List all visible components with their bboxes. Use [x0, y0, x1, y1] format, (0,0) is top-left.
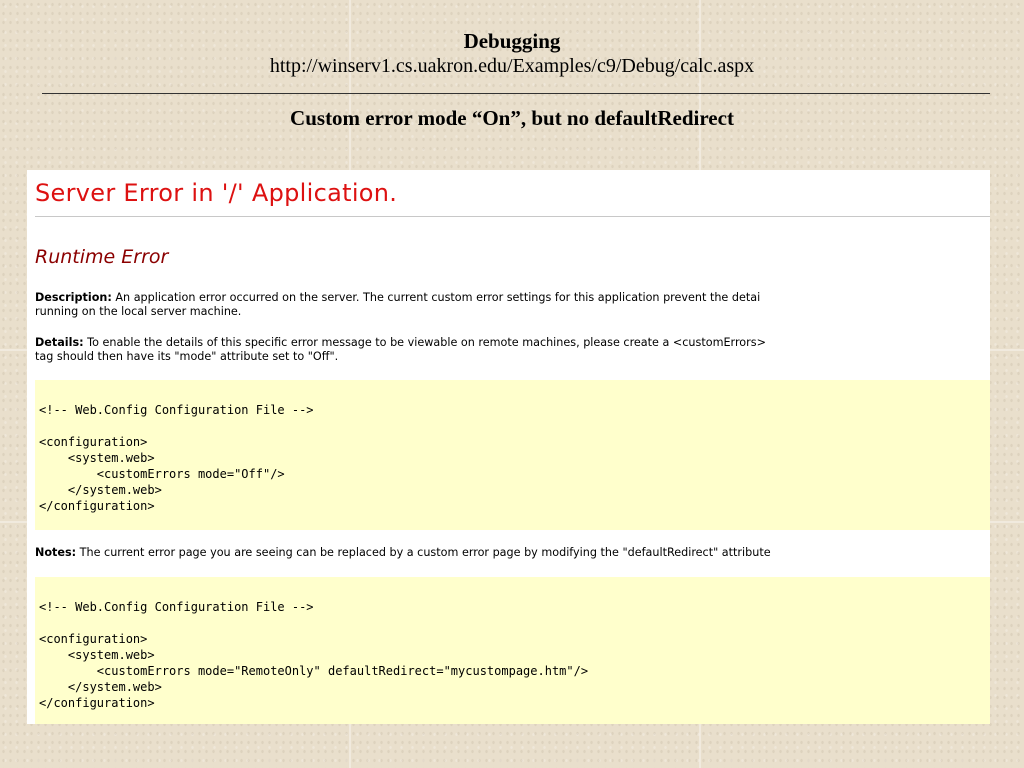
error-heading-rule [35, 216, 990, 217]
slide-header: Debugging http://winserv1.cs.uakron.edu/… [0, 28, 1024, 78]
code-line: <customErrors mode="Off"/> [39, 467, 285, 481]
config-code-block-remoteonly: <!-- Web.Config Configuration File --> <c… [35, 577, 990, 724]
description-label: Description: [35, 291, 112, 304]
code-line: </system.web> [39, 483, 162, 497]
description-line-2: running on the local server machine. [35, 305, 242, 318]
notes-line-1: Notes: The current error page you are se… [35, 546, 990, 560]
code-line: <system.web> [39, 648, 155, 662]
details-line-2: tag should then have its "mode" attribut… [35, 350, 339, 363]
config-code-block-off: <!-- Web.Config Configuration File --> <c… [35, 380, 990, 530]
slide-url: http://winserv1.cs.uakron.edu/Examples/c… [269, 55, 755, 77]
code-line: <system.web> [39, 451, 155, 465]
server-error-screenshot: Server Error in '/' Application. Runtime… [27, 170, 990, 724]
notes-paragraph: Notes: The current error page you are se… [35, 546, 990, 560]
code-line: </configuration> [39, 499, 155, 513]
code-line: </configuration> [39, 696, 155, 710]
error-subheading: Runtime Error [35, 246, 169, 268]
code-line: </system.web> [39, 680, 162, 694]
description-text-1: An application error occurred on the ser… [111, 291, 761, 304]
details-label: Details: [35, 336, 84, 349]
description-line-1: Description: An application error occurr… [35, 291, 990, 305]
header-divider [42, 93, 990, 94]
code-line: <customErrors mode="RemoteOnly" defaultR… [39, 664, 589, 678]
code-line: <configuration> [39, 632, 148, 646]
slide-title: Debugging [463, 29, 561, 53]
code-comment: <!-- Web.Config Configuration File --> [39, 403, 314, 417]
description-paragraph: Description: An application error occurr… [35, 291, 990, 319]
notes-text-1: The current error page you are seeing ca… [76, 546, 771, 559]
error-heading: Server Error in '/' Application. [35, 179, 398, 207]
notes-label: Notes: [35, 546, 77, 559]
code-comment: <!-- Web.Config Configuration File --> [39, 600, 314, 614]
details-line-1: Details: To enable the details of this s… [35, 336, 990, 350]
code-line: <configuration> [39, 435, 148, 449]
slide-subtitle: Custom error mode “On”, but no defaultRe… [290, 106, 734, 130]
details-paragraph: Details: To enable the details of this s… [35, 336, 990, 364]
details-text-1: To enable the details of this specific e… [83, 336, 766, 349]
